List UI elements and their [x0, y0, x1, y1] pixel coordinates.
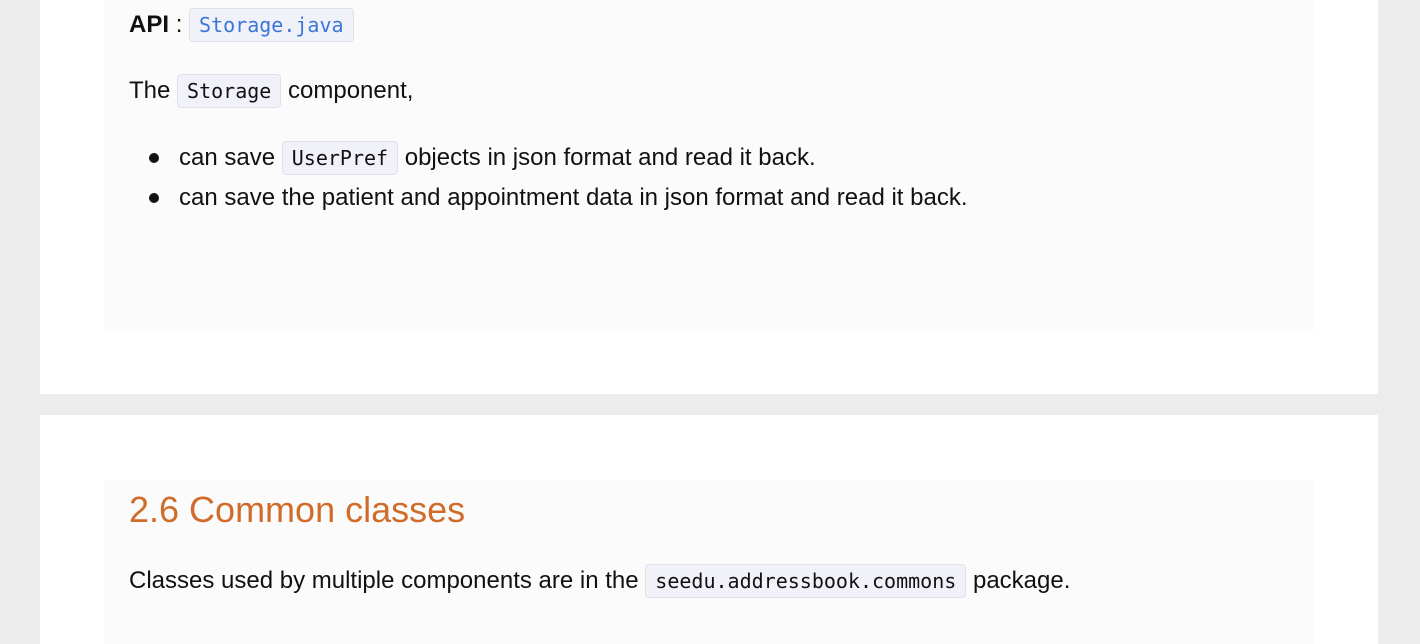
intro-suffix: component,: [288, 77, 414, 104]
api-label: API: [129, 11, 170, 38]
common-classes-section-content: 2.6 Common classes Classes used by multi…: [104, 480, 1314, 644]
section-heading: 2.6 Common classes: [129, 489, 466, 530]
bullet-icon: [149, 193, 159, 203]
storage-capabilities-list: can save UserPref objects in json format…: [129, 140, 968, 220]
api-colon: :: [175, 11, 183, 38]
common-classes-section-card: 2.6 Common classes Classes used by multi…: [40, 415, 1378, 644]
list-item: can save the patient and appointment dat…: [129, 180, 968, 220]
userpref-inline-code: UserPref: [281, 141, 399, 175]
intro-prefix: The: [129, 77, 171, 104]
storage-java-link[interactable]: Storage.java: [189, 8, 354, 42]
common-classes-paragraph: Classes used by multiple components are …: [129, 564, 1070, 598]
api-line: API : Storage.java: [129, 8, 354, 42]
common-text-prefix: Classes used by multiple components are …: [129, 567, 639, 594]
bullet-1-suffix: objects in json format and read it back.: [404, 144, 816, 171]
storage-inline-code: Storage: [177, 74, 282, 108]
storage-section-content: API : Storage.java The Storage component…: [104, 0, 1314, 331]
bullet-2-text: can save the patient and appointment dat…: [179, 184, 968, 211]
list-item: can save UserPref objects in json format…: [129, 140, 968, 180]
storage-section-card: API : Storage.java The Storage component…: [40, 0, 1378, 394]
commons-package-inline-code: seedu.addressbook.commons: [645, 564, 967, 598]
bullet-1-prefix: can save: [179, 144, 276, 171]
common-text-suffix: package.: [972, 567, 1071, 594]
storage-intro-paragraph: The Storage component,: [129, 74, 413, 108]
bullet-icon: [149, 153, 159, 163]
